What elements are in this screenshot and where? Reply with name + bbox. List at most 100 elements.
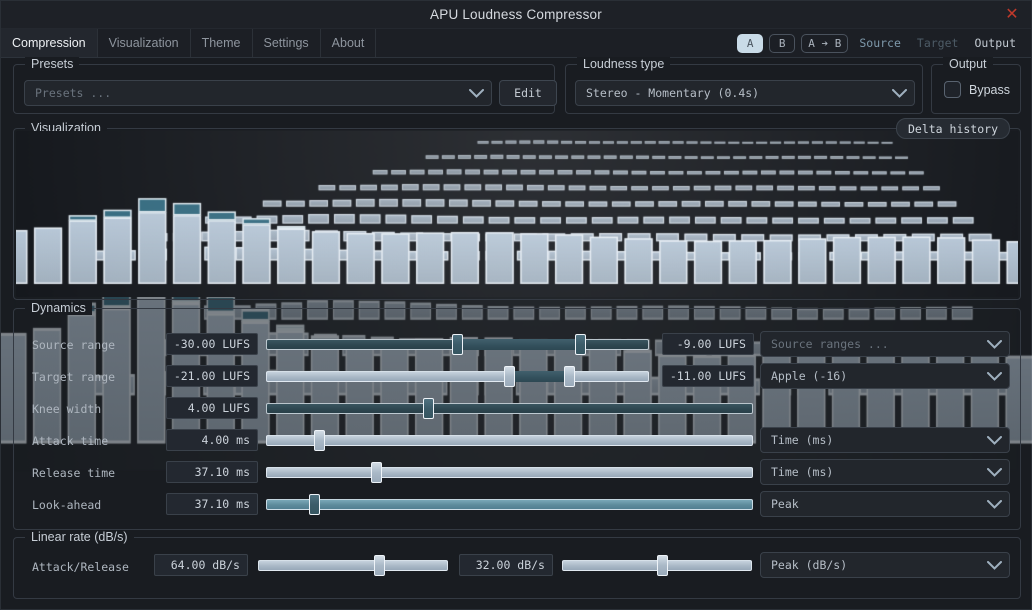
release-rate-slider[interactable]	[562, 554, 752, 576]
dynamics-group: Dynamics Source range -30.00 LUFS -9.00 LU…	[13, 301, 1021, 530]
chevron-down-icon	[979, 553, 1009, 577]
slider-thumb-high[interactable]	[574, 334, 586, 355]
slider-track	[266, 435, 753, 446]
loudness-history-canvas[interactable]	[16, 131, 1018, 297]
knee-width-slider[interactable]	[266, 397, 753, 419]
linear-rate-group-label: Linear rate (dB/s)	[25, 530, 134, 544]
dynamics-group-label: Dynamics	[25, 301, 92, 315]
chevron-down-icon	[979, 364, 1009, 388]
slider-thumb[interactable]	[308, 494, 320, 515]
slider-thumb[interactable]	[374, 555, 386, 576]
source-range-max-value[interactable]: -9.00 LUFS	[662, 333, 754, 355]
bypass-label: Bypass	[969, 82, 1010, 97]
attack-release-label: Attack/Release	[32, 560, 129, 574]
preset-slot-a-button[interactable]: A	[737, 33, 764, 53]
source-range-select[interactable]: Source ranges ...	[760, 331, 1010, 357]
ab-compare-group: A B A ➔ B Source Target Output	[737, 29, 1031, 57]
attack-time-label: Attack time	[32, 434, 109, 448]
release-time-select-value: Time (ms)	[771, 465, 834, 479]
chevron-down-icon	[979, 492, 1009, 516]
look-ahead-value[interactable]: 37.10 ms	[166, 493, 258, 515]
knee-width-value[interactable]: 4.00 LUFS	[166, 397, 258, 419]
slider-thumb[interactable]	[370, 462, 382, 483]
source-range-select-value: Source ranges ...	[771, 337, 889, 351]
output-group: Output Bypass	[931, 57, 1021, 114]
slider-range-fill	[457, 339, 580, 350]
preset-slot-b-button[interactable]: B	[769, 33, 796, 53]
attack-rate-value[interactable]: 64.00 dB/s	[154, 554, 248, 576]
tab-bar-spacer	[376, 29, 737, 57]
slider-thumb[interactable]	[313, 430, 325, 451]
copy-a-to-b-button[interactable]: A ➔ B	[801, 33, 849, 53]
tab-theme[interactable]: Theme	[191, 29, 253, 57]
chevron-down-icon	[884, 81, 914, 105]
presets-select-value: Presets ...	[35, 86, 112, 100]
title-bar: APU Loudness Compressor ✕	[1, 1, 1031, 29]
presets-select[interactable]: Presets ...	[24, 80, 492, 106]
tab-about[interactable]: About	[321, 29, 377, 57]
slider-thumb[interactable]	[656, 555, 668, 576]
slider-track	[266, 499, 753, 510]
release-time-label: Release time	[32, 466, 116, 480]
source-range-value[interactable]: -30.00 LUFS	[166, 333, 258, 355]
slider-track	[266, 403, 753, 414]
target-range-value[interactable]: -21.00 LUFS	[166, 365, 258, 387]
look-ahead-slider[interactable]	[266, 493, 753, 515]
tab-settings[interactable]: Settings	[253, 29, 321, 57]
meter-output-link[interactable]: Output	[969, 36, 1021, 50]
slider-thumb-low[interactable]	[504, 366, 516, 387]
delta-history-button[interactable]: Delta history	[895, 118, 1010, 139]
target-range-select-value: Apple (-16)	[771, 369, 848, 383]
attack-rate-slider[interactable]	[258, 554, 448, 576]
slider-thumb[interactable]	[423, 398, 435, 419]
tab-compression[interactable]: Compression	[1, 29, 98, 57]
slider-range-fill	[509, 371, 569, 382]
presets-group: Presets Presets ... Edit	[13, 57, 557, 114]
release-time-slider[interactable]	[266, 461, 753, 483]
linear-rate-mode-select[interactable]: Peak (dB/s)	[760, 552, 1010, 578]
look-ahead-select-value: Peak	[771, 497, 799, 511]
bypass-checkbox-row[interactable]: Bypass	[944, 81, 1010, 98]
visualization-group: Visualization Delta history	[13, 118, 1021, 300]
tab-visualization[interactable]: Visualization	[98, 29, 191, 57]
target-range-select[interactable]: Apple (-16)	[760, 363, 1010, 389]
attack-time-slider[interactable]	[266, 429, 753, 451]
release-time-value[interactable]: 37.10 ms	[166, 461, 258, 483]
chevron-down-icon	[979, 332, 1009, 356]
slider-track	[266, 467, 753, 478]
attack-time-select-value: Time (ms)	[771, 433, 834, 447]
target-range-slider[interactable]	[266, 365, 649, 387]
knee-width-label: Knee width	[32, 402, 102, 416]
meter-target-link[interactable]: Target	[912, 36, 964, 50]
loudness-type-select[interactable]: Stereo - Momentary (0.4s)	[575, 80, 915, 106]
chevron-down-icon	[979, 460, 1009, 484]
close-icon[interactable]: ✕	[1001, 5, 1023, 25]
loudness-type-select-value: Stereo - Momentary (0.4s)	[586, 86, 760, 100]
loudness-history-visualizer[interactable]	[16, 131, 1018, 297]
slider-thumb-low[interactable]	[452, 334, 463, 355]
target-range-max-value[interactable]: -11.00 LUFS	[662, 365, 754, 387]
attack-time-select[interactable]: Time (ms)	[760, 427, 1010, 453]
target-range-label: Target range	[32, 370, 116, 384]
presets-edit-button[interactable]: Edit	[499, 80, 557, 106]
loudness-type-group-label: Loudness type	[577, 57, 671, 71]
look-ahead-select[interactable]: Peak	[760, 491, 1010, 517]
window-title: APU Loudness Compressor	[430, 7, 602, 22]
bypass-checkbox[interactable]	[944, 81, 961, 98]
attack-time-value[interactable]: 4.00 ms	[166, 429, 258, 451]
presets-group-label: Presets	[25, 57, 80, 71]
slider-thumb-high[interactable]	[563, 366, 575, 387]
release-time-select[interactable]: Time (ms)	[760, 459, 1010, 485]
slider-track	[258, 560, 448, 571]
source-range-label: Source range	[32, 338, 116, 352]
linear-rate-mode-value: Peak (dB/s)	[771, 558, 848, 572]
tab-bar: Compression Visualization Theme Settings…	[1, 29, 1031, 58]
slider-track	[266, 371, 649, 382]
source-range-slider[interactable]	[266, 333, 649, 355]
linear-rate-group: Linear rate (dB/s) Attack/Release 64.00 …	[13, 530, 1021, 599]
loudness-type-group: Loudness type Stereo - Momentary (0.4s)	[565, 57, 923, 114]
meter-source-link[interactable]: Source	[854, 36, 906, 50]
release-rate-value[interactable]: 32.00 dB/s	[459, 554, 553, 576]
output-group-label: Output	[943, 57, 993, 71]
look-ahead-label: Look-ahead	[32, 498, 102, 512]
